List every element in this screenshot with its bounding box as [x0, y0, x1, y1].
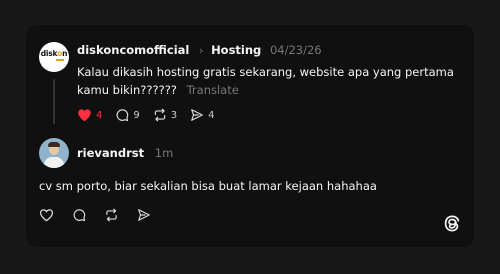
threads-logo-icon[interactable] — [443, 214, 461, 238]
reply-count: 9 — [133, 109, 140, 121]
reply-like-button[interactable] — [39, 208, 54, 222]
comment-icon — [73, 209, 86, 222]
repost-icon — [154, 108, 165, 122]
share-icon — [138, 209, 150, 221]
post-date: 04/23/26 — [269, 43, 322, 57]
like-count: 4 — [96, 109, 103, 121]
reply-actions — [39, 208, 169, 222]
reply-text[interactable]: cv sm porto, biar sekalian bisa buat lam… — [39, 179, 377, 193]
avatar-logo-underline — [56, 59, 64, 61]
translate-link[interactable]: Translate — [187, 83, 239, 97]
comment-icon — [116, 109, 129, 122]
post-username[interactable]: diskoncomofficial — [77, 43, 189, 57]
share-button[interactable]: 4 — [190, 108, 215, 122]
reply-header: rievandrst 1m — [77, 146, 173, 160]
reply-repost-button[interactable] — [104, 208, 119, 222]
reply-comment-button[interactable] — [72, 208, 86, 222]
avatar-logo-text: diskon — [40, 49, 68, 58]
post-text: Kalau dikasih hosting gratis sekarang, w… — [77, 65, 454, 97]
avatar-diskoncomofficial[interactable]: diskon — [39, 42, 69, 72]
reply-share-button[interactable] — [137, 208, 151, 222]
repost-count: 3 — [170, 109, 178, 121]
like-button[interactable]: 4 — [77, 108, 102, 122]
heart-icon — [78, 109, 91, 122]
chevron-right-icon: › — [199, 44, 204, 57]
avatar-figure-body — [44, 157, 64, 168]
post-actions: 4 9 3 4 — [77, 107, 228, 123]
share-icon — [191, 109, 203, 121]
post-text-block: Kalau dikasih hosting gratis sekarang, w… — [77, 63, 457, 99]
reply-username[interactable]: rievandrst — [77, 146, 144, 160]
reply-time: 1m — [154, 146, 174, 160]
repost-button[interactable]: 3 — [153, 108, 177, 122]
repost-icon — [106, 208, 117, 222]
thread-connector-line — [53, 79, 55, 124]
share-count: 4 — [208, 109, 215, 121]
avatar-rievandrst[interactable] — [39, 138, 69, 168]
reply-button[interactable]: 9 — [115, 108, 140, 122]
avatar-figure-hair — [48, 142, 60, 147]
heart-icon — [39, 209, 54, 222]
post-header: diskoncomofficial › Hosting 04/23/26 — [77, 43, 322, 57]
post-topic[interactable]: Hosting — [211, 43, 261, 57]
thread-card: diskon diskoncomofficial › Hosting 04/23… — [26, 25, 474, 247]
